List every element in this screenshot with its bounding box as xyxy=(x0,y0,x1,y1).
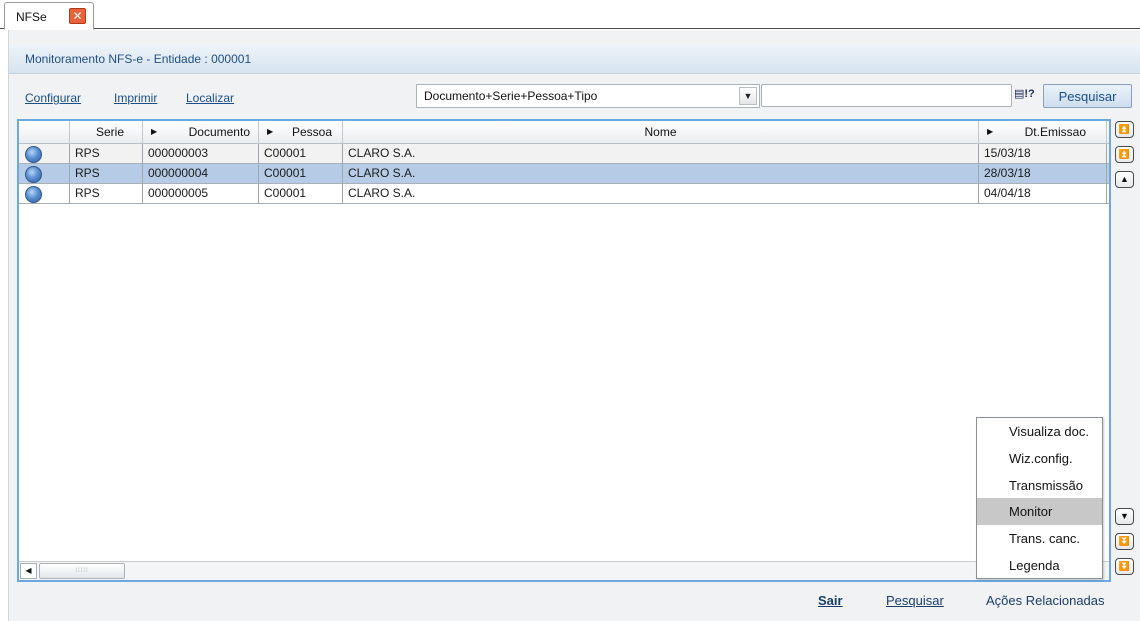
column-header-serie[interactable]: Serie xyxy=(70,121,143,144)
tab-strip: NFSe ✕ xyxy=(0,0,1140,30)
column-header-status[interactable] xyxy=(19,121,70,144)
serie-cell: RPS xyxy=(70,164,143,184)
dt-emissao-cell: 04/04/18 xyxy=(979,184,1107,204)
scroll-last-icon[interactable]: ⏬ xyxy=(1115,558,1134,575)
menu-item-wiz-config[interactable]: Wiz.config. xyxy=(977,445,1102,472)
status-dot-icon xyxy=(25,186,42,203)
acoes-relacionadas-button[interactable]: Ações Relacionadas xyxy=(986,593,1105,608)
pessoa-cell: C00001 xyxy=(259,164,343,184)
imprimir-link[interactable]: Imprimir xyxy=(114,91,157,105)
pesquisar-footer-button[interactable]: Pesquisar xyxy=(886,593,944,608)
status-dot-icon xyxy=(25,146,42,163)
dt-emissao-cell: 15/03/18 xyxy=(979,144,1107,164)
search-input[interactable] xyxy=(761,84,1012,107)
column-header-documento[interactable]: ▶ Documento xyxy=(143,121,259,144)
column-header-label: Documento xyxy=(188,125,250,139)
pessoa-cell: C00001 xyxy=(259,144,343,164)
scroll-thumb[interactable]: ⁞⁞⁞⁞⁞ xyxy=(39,563,125,579)
scroll-page-down-icon[interactable]: ⏬ xyxy=(1115,533,1134,550)
dt-emissao-cell: 28/03/18 xyxy=(979,164,1107,184)
tab-label: NFSe xyxy=(16,10,47,24)
order-select[interactable]: Documento+Serie+Pessoa+Tipo ▼ xyxy=(416,84,760,108)
pessoa-cell: C00001 xyxy=(259,184,343,204)
configurar-link[interactable]: Configurar xyxy=(25,91,81,105)
localizar-link[interactable]: Localizar xyxy=(186,91,234,105)
filter-help-icon[interactable]: ▤!? xyxy=(1014,87,1040,105)
serie-cell: RPS xyxy=(70,184,143,204)
scroll-page-up-icon[interactable]: ⏫ xyxy=(1115,146,1134,163)
documents-grid: Serie ▶ Documento ▶ Pessoa Nome ▶ Dt.Emi… xyxy=(17,119,1111,582)
column-header-label: Dt.Emissao xyxy=(1024,125,1086,139)
sair-button[interactable]: Sair xyxy=(818,593,843,608)
column-header-nome[interactable]: Nome xyxy=(343,121,979,144)
documento-cell: 000000003 xyxy=(143,144,259,164)
nome-cell: CLARO S.A. xyxy=(343,184,979,204)
search-button[interactable]: Pesquisar xyxy=(1043,84,1132,108)
chevron-down-icon[interactable]: ▼ xyxy=(739,87,757,105)
status-cell xyxy=(19,144,70,164)
status-cell xyxy=(19,164,70,184)
grid-header: Serie ▶ Documento ▶ Pessoa Nome ▶ Dt.Emi… xyxy=(19,121,1109,144)
column-header-label: Nome xyxy=(644,125,677,139)
scroll-left-icon[interactable]: ◀ xyxy=(20,563,37,579)
nome-cell: CLARO S.A. xyxy=(343,164,979,184)
status-dot-icon xyxy=(25,166,42,183)
menu-item-visualiza-doc[interactable]: Visualiza doc. xyxy=(977,418,1102,445)
menu-item-monitor[interactable]: Monitor xyxy=(977,498,1102,525)
column-header-pessoa[interactable]: ▶ Pessoa xyxy=(259,121,343,144)
documento-cell: 000000004 xyxy=(143,164,259,184)
scroll-first-icon[interactable]: ⏫ xyxy=(1115,121,1134,138)
related-actions-menu: Visualiza doc. Wiz.config. Transmissão M… xyxy=(976,417,1103,579)
table-row[interactable]: RPS 000000003 C00001 CLARO S.A. 15/03/18 xyxy=(19,144,1109,164)
nome-cell: CLARO S.A. xyxy=(343,144,979,164)
close-icon[interactable]: ✕ xyxy=(69,8,86,24)
table-row-selected[interactable]: RPS 000000004 C00001 CLARO S.A. 28/03/18 xyxy=(19,164,1109,184)
page-title: Monitoramento NFS-e - Entidade : 000001 xyxy=(25,52,252,66)
menu-item-legenda[interactable]: Legenda xyxy=(977,552,1102,579)
scroll-down-icon[interactable]: ▼ xyxy=(1115,508,1134,525)
column-header-dt-emissao[interactable]: ▶ Dt.Emissao xyxy=(979,121,1107,144)
sort-arrow-icon: ▶ xyxy=(267,127,274,136)
documento-cell: 000000005 xyxy=(143,184,259,204)
scroll-up-icon[interactable]: ▲ xyxy=(1115,171,1134,188)
main-panel: Monitoramento NFS-e - Entidade : 000001 … xyxy=(8,30,1140,621)
tab-nfse[interactable]: NFSe ✕ xyxy=(4,2,94,30)
sort-arrow-icon: ▶ xyxy=(151,127,158,136)
menu-item-transmissao[interactable]: Transmissão xyxy=(977,472,1102,499)
column-header-label: Pessoa xyxy=(291,125,332,139)
menu-item-trans-canc[interactable]: Trans. canc. xyxy=(977,525,1102,552)
column-header-label: Serie xyxy=(95,125,124,139)
sort-arrow-icon: ▶ xyxy=(987,127,994,136)
table-row[interactable]: RPS 000000005 C00001 CLARO S.A. 04/04/18 xyxy=(19,184,1109,204)
order-select-value: Documento+Serie+Pessoa+Tipo xyxy=(424,89,598,103)
horizontal-scrollbar[interactable]: ◀ ⁞⁞⁞⁞⁞ xyxy=(19,561,1109,580)
status-cell xyxy=(19,184,70,204)
serie-cell: RPS xyxy=(70,144,143,164)
panel-header: Monitoramento NFS-e - Entidade : 000001 xyxy=(9,44,1140,74)
